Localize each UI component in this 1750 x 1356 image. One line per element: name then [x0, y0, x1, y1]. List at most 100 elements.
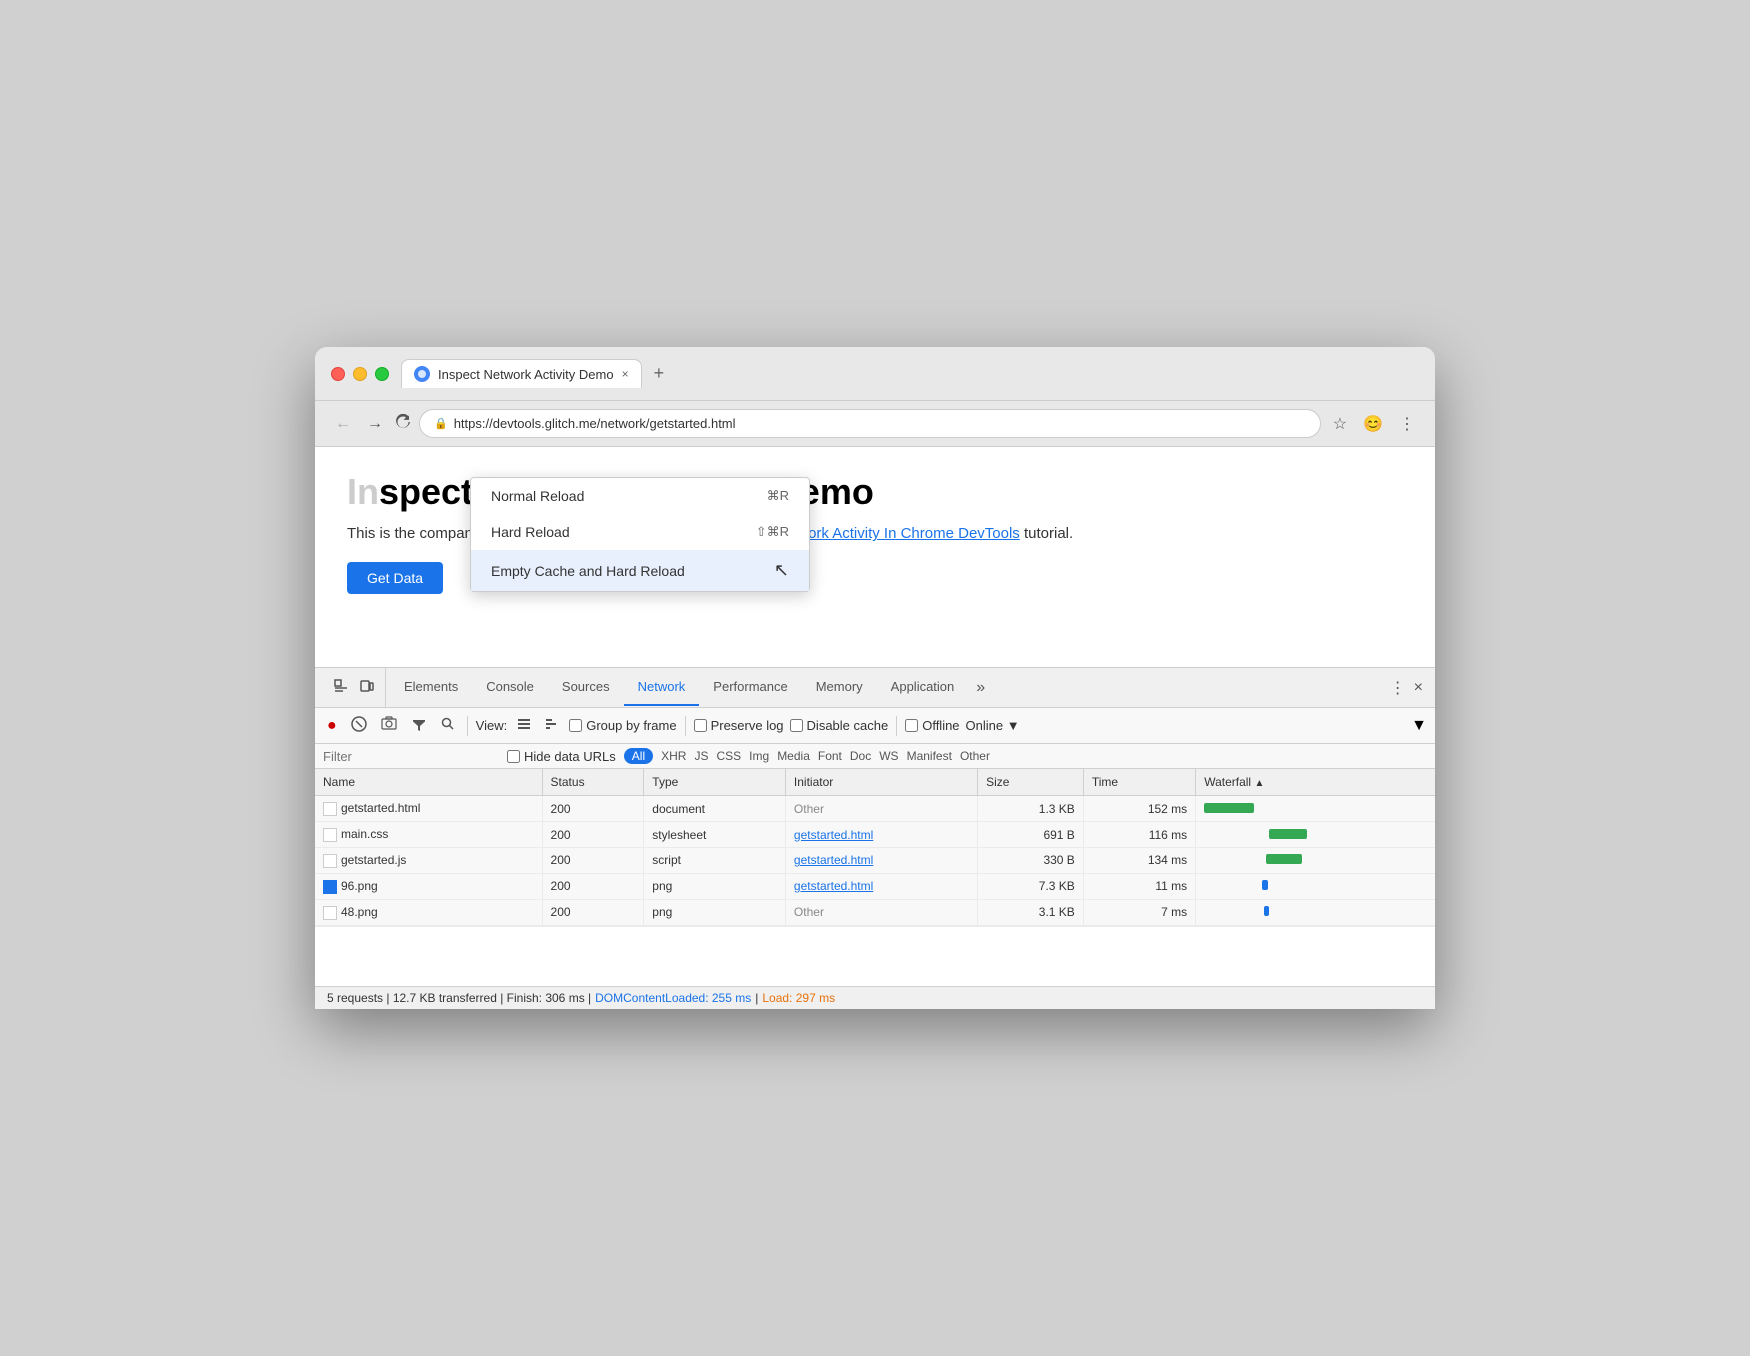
initiator-link[interactable]: getstarted.html: [794, 828, 873, 842]
bookmark-button[interactable]: ☆: [1329, 410, 1351, 438]
browser-menu-button[interactable]: ⋮: [1395, 410, 1419, 438]
cell-status: 200: [542, 848, 644, 874]
filter-input[interactable]: [323, 749, 499, 764]
col-initiator[interactable]: Initiator: [785, 769, 977, 796]
cell-type: document: [644, 796, 786, 822]
record-button[interactable]: ●: [323, 715, 341, 737]
cell-name: 48.png: [315, 899, 542, 925]
inspect-element-button[interactable]: [331, 676, 351, 699]
new-tab-button[interactable]: +: [646, 359, 673, 388]
col-waterfall[interactable]: Waterfall ▲: [1196, 769, 1435, 796]
preserve-log-label[interactable]: Preserve log: [694, 718, 784, 733]
tab-console[interactable]: Console: [472, 669, 548, 706]
col-name[interactable]: Name: [315, 769, 542, 796]
waterfall-bar: [1262, 880, 1268, 890]
initiator-link[interactable]: getstarted.html: [794, 853, 873, 867]
filter-button[interactable]: [407, 714, 431, 737]
cell-waterfall: [1196, 848, 1435, 874]
filter-tag-img[interactable]: Img: [749, 749, 769, 763]
normal-reload-label: Normal Reload: [491, 488, 584, 504]
tab-memory[interactable]: Memory: [802, 669, 877, 706]
close-button[interactable]: [331, 367, 345, 381]
list-view-button[interactable]: [513, 715, 535, 736]
context-menu: Normal Reload ⌘R Hard Reload ⇧⌘R Empty C…: [470, 477, 810, 592]
get-data-button[interactable]: Get Data: [347, 562, 443, 594]
filter-tag-ws[interactable]: WS: [879, 749, 898, 763]
table-row[interactable]: 96.png200pnggetstarted.html7.3 KB11 ms: [315, 873, 1435, 899]
cell-size: 1.3 KB: [978, 796, 1084, 822]
table-row[interactable]: getstarted.html200documentOther1.3 KB152…: [315, 796, 1435, 822]
file-name: main.css: [341, 827, 388, 841]
cell-initiator[interactable]: getstarted.html: [785, 873, 977, 899]
offline-label[interactable]: Offline: [905, 718, 959, 733]
offline-checkbox[interactable]: [905, 719, 918, 732]
cell-status: 200: [542, 796, 644, 822]
table-row[interactable]: 48.png200pngOther3.1 KB7 ms: [315, 899, 1435, 925]
tab-close-button[interactable]: ×: [622, 367, 629, 381]
preserve-log-checkbox[interactable]: [694, 719, 707, 732]
clear-button[interactable]: [347, 714, 371, 737]
group-by-frame-checkbox[interactable]: [569, 719, 582, 732]
filter-tag-all[interactable]: All: [624, 748, 653, 764]
context-menu-item-empty-cache[interactable]: Empty Cache and Hard Reload ↖: [471, 550, 809, 591]
cell-time: 11 ms: [1083, 873, 1195, 899]
disable-cache-label[interactable]: Disable cache: [790, 718, 889, 733]
traffic-lights: [331, 367, 389, 381]
cell-initiator[interactable]: getstarted.html: [785, 848, 977, 874]
more-tabs-button[interactable]: »: [968, 669, 993, 707]
filter-tag-font[interactable]: Font: [818, 749, 842, 763]
throttle-arrow[interactable]: ▼: [1411, 717, 1427, 735]
waterfall-view-button[interactable]: [541, 715, 563, 736]
col-status[interactable]: Status: [542, 769, 644, 796]
filter-tag-manifest[interactable]: Manifest: [907, 749, 952, 763]
filter-tag-js[interactable]: JS: [694, 749, 708, 763]
forward-button[interactable]: →: [363, 411, 387, 437]
address-bar: ← → 🔒 https://devtools.glitch.me/network…: [315, 401, 1435, 447]
col-size[interactable]: Size: [978, 769, 1084, 796]
filter-tag-media[interactable]: Media: [777, 749, 810, 763]
back-button[interactable]: ←: [331, 411, 355, 437]
browser-window: Inspect Network Activity Demo × + ← → 🔒 …: [315, 347, 1435, 1008]
profile-button[interactable]: 😊: [1359, 410, 1387, 438]
minimize-button[interactable]: [353, 367, 367, 381]
group-by-frame-label[interactable]: Group by frame: [569, 718, 676, 733]
cell-size: 3.1 KB: [978, 899, 1084, 925]
url-bar[interactable]: 🔒 https://devtools.glitch.me/network/get…: [419, 409, 1321, 438]
tab-elements[interactable]: Elements: [390, 669, 472, 706]
context-menu-item-normal-reload[interactable]: Normal Reload ⌘R: [471, 478, 809, 514]
tab-application[interactable]: Application: [877, 669, 969, 706]
search-button[interactable]: [437, 715, 459, 736]
filter-tag-other[interactable]: Other: [960, 749, 990, 763]
col-type[interactable]: Type: [644, 769, 786, 796]
hide-data-urls-checkbox[interactable]: [507, 750, 520, 763]
cell-initiator[interactable]: getstarted.html: [785, 822, 977, 848]
disable-cache-checkbox[interactable]: [790, 719, 803, 732]
hide-data-urls-label[interactable]: Hide data URLs: [507, 749, 616, 764]
filter-tag-css[interactable]: CSS: [716, 749, 741, 763]
maximize-button[interactable]: [375, 367, 389, 381]
refresh-button[interactable]: [395, 414, 411, 433]
col-time[interactable]: Time: [1083, 769, 1195, 796]
screenshot-button[interactable]: [377, 714, 401, 737]
cell-status: 200: [542, 899, 644, 925]
tab-sources[interactable]: Sources: [548, 669, 624, 706]
devtools-menu-button[interactable]: ⋮: [1386, 670, 1410, 706]
cell-type: stylesheet: [644, 822, 786, 848]
view-label: View:: [476, 718, 508, 733]
waterfall-bar: [1266, 854, 1302, 864]
active-tab[interactable]: Inspect Network Activity Demo ×: [401, 359, 642, 388]
tab-network[interactable]: Network: [624, 669, 700, 706]
file-icon: [323, 880, 337, 894]
table-row[interactable]: main.css200stylesheetgetstarted.html691 …: [315, 822, 1435, 848]
filter-tag-doc[interactable]: Doc: [850, 749, 871, 763]
cell-waterfall: [1196, 899, 1435, 925]
filter-tag-xhr[interactable]: XHR: [661, 749, 686, 763]
context-menu-item-hard-reload[interactable]: Hard Reload ⇧⌘R: [471, 514, 809, 550]
tab-performance[interactable]: Performance: [699, 669, 801, 706]
online-dropdown[interactable]: Online ▼: [966, 718, 1020, 733]
table-row[interactable]: getstarted.js200scriptgetstarted.html330…: [315, 848, 1435, 874]
devtools-close-button[interactable]: ×: [1410, 671, 1427, 705]
initiator-link[interactable]: getstarted.html: [794, 879, 873, 893]
device-toolbar-button[interactable]: [357, 676, 377, 699]
cell-waterfall: [1196, 873, 1435, 899]
